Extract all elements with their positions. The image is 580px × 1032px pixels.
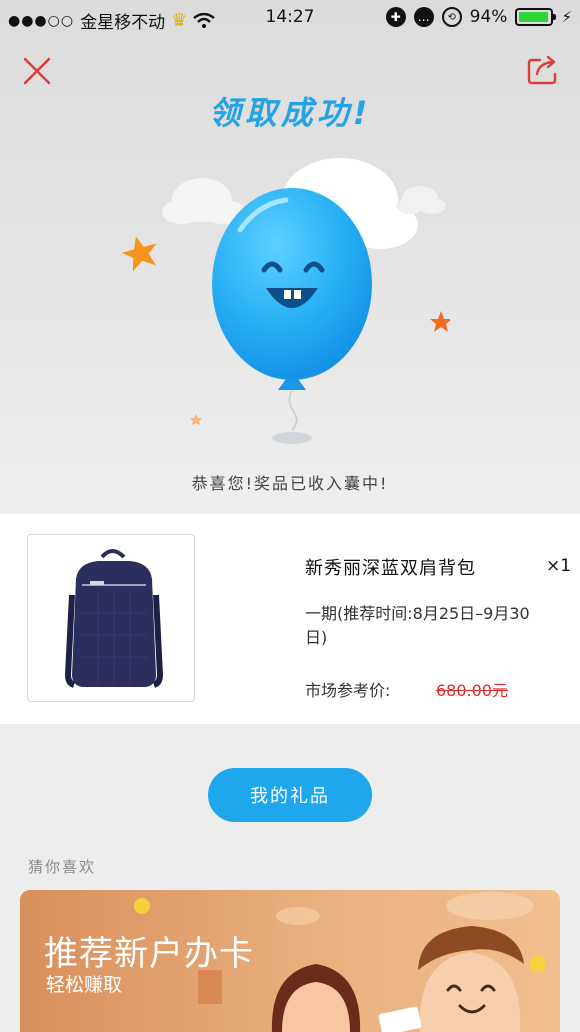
share-icon[interactable] xyxy=(526,54,560,86)
product-name: 新秀丽深蓝双肩背包 xyxy=(305,558,476,579)
product-quantity: ×1 xyxy=(546,556,572,576)
battery-icon xyxy=(515,8,557,26)
cloud-icon xyxy=(396,186,446,214)
status-bar: ●●●○○ 金星移不动 ♛ 14:27 ✚ … ⟲ 94% ⚡ xyxy=(0,0,580,34)
coin-icon xyxy=(134,898,150,914)
battery-percent: 94% xyxy=(469,7,508,27)
balloon-icon xyxy=(212,188,372,431)
coin-icon xyxy=(530,956,546,972)
market-price: 680.00元 xyxy=(436,681,508,700)
charging-icon: ⚡ xyxy=(561,8,572,26)
prize-card: 新秀丽深蓝双肩背包 ×1 一期(推荐时间:8月25日–9月30日) 市场参考价:… xyxy=(0,514,580,724)
star-icon xyxy=(190,414,202,425)
market-price-label: 市场参考价: xyxy=(305,681,391,700)
banner-title: 推荐新户办卡 xyxy=(44,934,254,974)
banner-subtitle: 轻松赚取 xyxy=(46,974,123,996)
game-center-icon: ✚ xyxy=(385,7,406,27)
status-right: ✚ … ⟲ 94% ⚡ xyxy=(385,7,572,27)
message-icon: … xyxy=(413,7,434,27)
star-icon xyxy=(121,236,157,272)
cloud-icon xyxy=(162,178,246,224)
success-title: 领取成功! xyxy=(208,94,372,132)
recommend-banner[interactable]: 推荐新户办卡 轻松赚取 xyxy=(20,890,560,1032)
rotation-lock-icon: ⟲ xyxy=(441,7,462,27)
recommend-title: 猜你喜欢 xyxy=(28,858,97,876)
my-gifts-button[interactable]: 我的礼品 xyxy=(208,768,372,822)
congrats-message: 恭喜您!奖品已收入囊中! xyxy=(191,474,389,493)
success-hero: ●●●○○ 金星移不动 ♛ 14:27 ✚ … ⟲ 94% ⚡ 领取成功! 恭喜… xyxy=(0,0,580,514)
close-icon[interactable] xyxy=(22,56,52,86)
balloon-illustration xyxy=(121,158,450,444)
product-period: 一期(推荐时间:8月25日–9月30日) xyxy=(305,604,530,647)
battery-fill xyxy=(519,12,548,22)
star-icon xyxy=(430,311,450,332)
backpack-icon xyxy=(64,549,164,688)
product-image xyxy=(27,534,195,702)
